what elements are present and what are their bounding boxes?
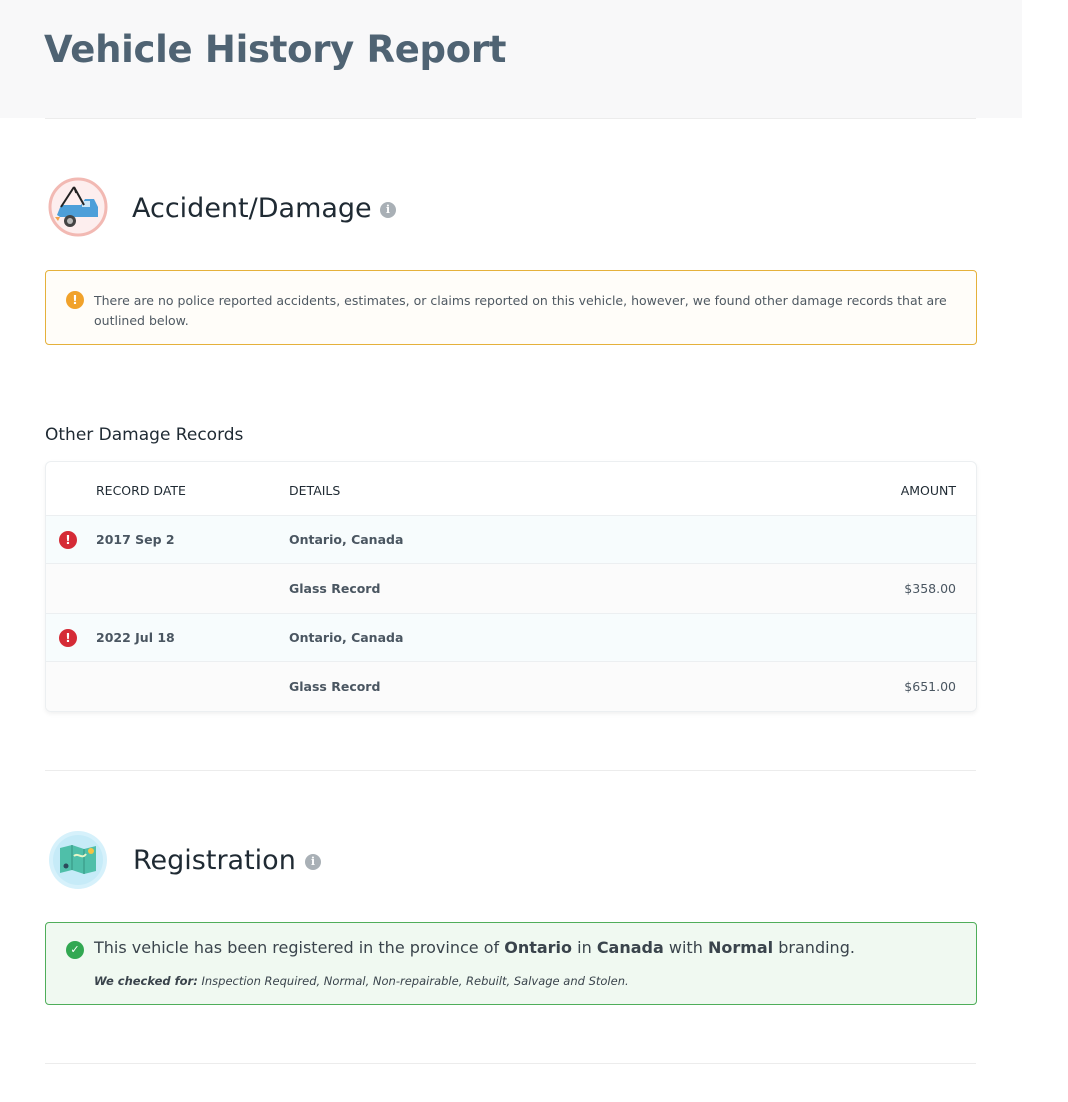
registration-title: Registration	[133, 845, 296, 876]
info-icon[interactable]: i	[380, 202, 396, 218]
warning-icon: !	[66, 291, 84, 309]
table-row: Glass Record $358.00	[46, 564, 976, 614]
damage-records-table: RECORD DATE DETAILS AMOUNT ! 2017 Sep 2 …	[45, 461, 977, 712]
registration-text-with: with	[668, 938, 703, 957]
section-divider	[45, 1063, 976, 1064]
error-icon: !	[59, 531, 77, 549]
section-divider	[45, 770, 976, 771]
record-date: 2017 Sep 2	[96, 532, 175, 547]
table-header: RECORD DATE DETAILS AMOUNT	[46, 462, 976, 516]
damage-warning-alert: ! There are no police reported accidents…	[45, 270, 977, 345]
record-amount: $358.00	[904, 581, 956, 596]
other-damage-records-title: Other Damage Records	[45, 425, 244, 445]
table-row: Glass Record $651.00	[46, 662, 976, 711]
registration-text-suffix: branding.	[778, 938, 855, 957]
record-location: Ontario, Canada	[289, 532, 404, 547]
accident-damage-title: Accident/Damage	[132, 193, 372, 224]
registration-text-in: in	[577, 938, 592, 957]
record-date: 2022 Jul 18	[96, 630, 175, 645]
registration-country: Canada	[596, 938, 664, 957]
registration-text-prefix: This vehicle has been registered in the …	[94, 938, 500, 957]
warning-text: There are no police reported accidents, …	[94, 293, 947, 328]
page-title: Vehicle History Report	[44, 28, 507, 71]
tow-truck-icon	[48, 177, 108, 237]
record-detail: Glass Record	[289, 679, 381, 694]
error-icon: !	[59, 629, 77, 647]
table-row: ! 2017 Sep 2 Ontario, Canada	[46, 516, 976, 564]
report-header: Vehicle History Report	[0, 0, 1022, 118]
map-icon	[48, 830, 108, 890]
record-location: Ontario, Canada	[289, 630, 404, 645]
registration-branding: Normal	[707, 938, 774, 957]
checked-for-values: Inspection Required, Normal, Non-repaira…	[201, 974, 629, 988]
info-icon[interactable]: i	[305, 854, 321, 870]
checked-for-line: We checked for: Inspection Required, Nor…	[94, 974, 629, 988]
check-circle-icon: ✓	[66, 941, 84, 959]
record-detail: Glass Record	[289, 581, 381, 596]
column-header-details: DETAILS	[289, 483, 341, 498]
registration-alert: ✓ This vehicle has been registered in th…	[45, 922, 977, 1005]
registration-province: Ontario	[504, 938, 573, 957]
registration-summary: This vehicle has been registered in the …	[94, 938, 855, 957]
record-amount: $651.00	[904, 679, 956, 694]
checked-for-label: We checked for:	[94, 974, 198, 988]
header-divider	[45, 118, 976, 119]
table-row: ! 2022 Jul 18 Ontario, Canada	[46, 614, 976, 662]
column-header-amount: AMOUNT	[900, 483, 956, 498]
column-header-record-date: RECORD DATE	[96, 483, 186, 498]
